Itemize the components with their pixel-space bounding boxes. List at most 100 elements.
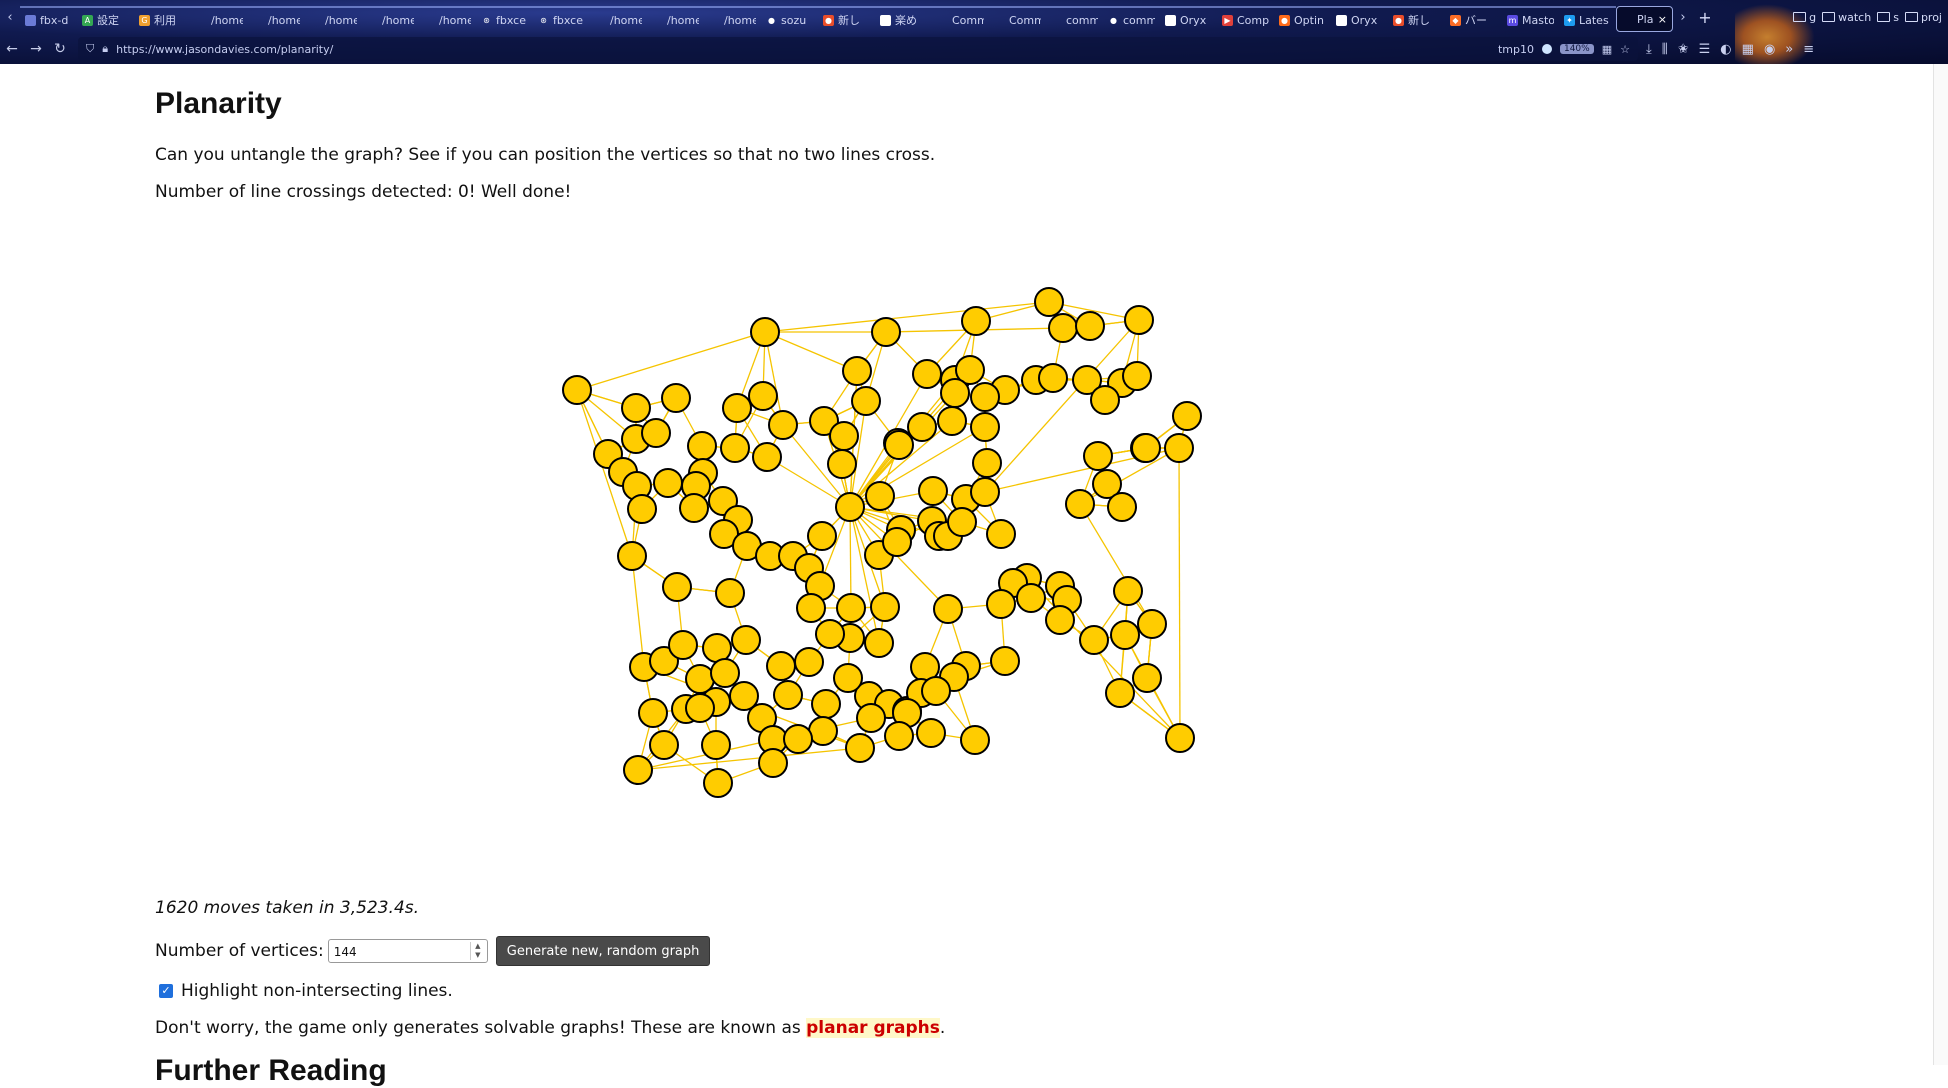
graph-vertex[interactable] bbox=[758, 748, 788, 778]
graph-vertex[interactable] bbox=[1045, 605, 1075, 635]
shield-icon[interactable]: ⛉ bbox=[86, 42, 94, 56]
graph-vertex[interactable] bbox=[1110, 620, 1140, 650]
reader-icon[interactable]: ☰ bbox=[1699, 42, 1711, 57]
tab-14[interactable]: ● 新し bbox=[818, 6, 875, 32]
graph-vertex[interactable] bbox=[918, 476, 948, 506]
graph-vertex[interactable] bbox=[865, 481, 895, 511]
graph-vertex[interactable] bbox=[836, 593, 866, 623]
graph-vertex[interactable] bbox=[856, 703, 886, 733]
graph-vertex[interactable] bbox=[827, 449, 857, 479]
extension-star-icon[interactable]: ✬ bbox=[1678, 42, 1689, 57]
graph-vertex[interactable] bbox=[1131, 433, 1161, 463]
graph-vertex[interactable] bbox=[833, 663, 863, 693]
tab-28[interactable]: Pla × bbox=[1616, 6, 1673, 32]
graph-vertex[interactable] bbox=[1164, 433, 1194, 463]
download-icon[interactable]: ⤓ bbox=[1646, 42, 1652, 57]
graph-vertex[interactable] bbox=[617, 541, 647, 571]
tab-10[interactable]: /home/lo bbox=[590, 6, 647, 32]
graph-vertex[interactable] bbox=[907, 412, 937, 442]
url-text[interactable]: https://www.jasondavies.com/planarity/ bbox=[116, 43, 1490, 56]
graph-vertex[interactable] bbox=[1034, 287, 1064, 317]
tab-1[interactable]: A 設定 bbox=[77, 6, 134, 32]
qr-icon[interactable]: ▦ bbox=[1602, 43, 1612, 56]
tab-18[interactable]: common bbox=[1046, 6, 1103, 32]
vertices-field[interactable]: ▲▼ bbox=[327, 939, 488, 963]
number-spinner-icon[interactable]: ▲ ▼ bbox=[469, 942, 485, 960]
tab-0[interactable]: fbx-d bbox=[20, 6, 77, 32]
graph-vertex[interactable] bbox=[679, 493, 709, 523]
graph-vertex[interactable] bbox=[1132, 663, 1162, 693]
tab-17[interactable]: Commons bbox=[989, 6, 1046, 32]
graph-vertex[interactable] bbox=[641, 418, 671, 448]
graph-vertex[interactable] bbox=[871, 317, 901, 347]
graph-vertex[interactable] bbox=[864, 628, 894, 658]
zoom-level[interactable]: 140% bbox=[1559, 44, 1594, 54]
graph-vertex[interactable] bbox=[794, 647, 824, 677]
tab-16[interactable]: Common bbox=[932, 6, 989, 32]
graph-vertex[interactable] bbox=[1124, 305, 1154, 335]
library-icon[interactable]: ⫼ bbox=[1662, 42, 1668, 57]
graph-vertex[interactable] bbox=[851, 386, 881, 416]
graph-vertex[interactable] bbox=[687, 431, 717, 461]
tab-19[interactable]: ● comm bbox=[1103, 6, 1160, 32]
graph-vertex[interactable] bbox=[661, 383, 691, 413]
graph-vertex[interactable] bbox=[937, 406, 967, 436]
graph-vertex[interactable] bbox=[970, 412, 1000, 442]
bookmark-folder-s[interactable]: s bbox=[1877, 11, 1899, 24]
graph-vertex[interactable] bbox=[1090, 385, 1120, 415]
graph-vertex[interactable] bbox=[1083, 441, 1113, 471]
graph-vertex[interactable] bbox=[1065, 489, 1095, 519]
graph-vertex[interactable] bbox=[649, 730, 679, 760]
graph-vertex[interactable] bbox=[701, 730, 731, 760]
graph-vertex[interactable] bbox=[766, 651, 796, 681]
graph-vertex[interactable] bbox=[768, 410, 798, 440]
vertices-input[interactable] bbox=[331, 941, 466, 963]
graph-vertex[interactable] bbox=[811, 689, 841, 719]
graph-vertex[interactable] bbox=[1038, 363, 1068, 393]
grid-icon[interactable]: ▦ bbox=[1742, 42, 1754, 57]
tab-11[interactable]: /home/lo bbox=[647, 6, 704, 32]
graph-vertex[interactable] bbox=[835, 492, 865, 522]
graph-vertex[interactable] bbox=[961, 306, 991, 336]
graph-vertex[interactable] bbox=[884, 721, 914, 751]
graph-vertex[interactable] bbox=[1107, 492, 1137, 522]
menu-icon[interactable]: ≡ bbox=[1803, 42, 1814, 57]
graph-vertex[interactable] bbox=[668, 630, 698, 660]
tab-6[interactable]: /home/lo bbox=[362, 6, 419, 32]
graph-vertex[interactable] bbox=[662, 572, 692, 602]
graph-vertex[interactable] bbox=[842, 356, 872, 386]
graph-vertex[interactable] bbox=[921, 676, 951, 706]
tab-8[interactable]: ⊛ fbxce bbox=[476, 6, 533, 32]
addon-icon[interactable]: ◐ bbox=[1720, 42, 1731, 57]
graph-vertex[interactable] bbox=[986, 519, 1016, 549]
graph-vertex[interactable] bbox=[638, 698, 668, 728]
new-tab-button[interactable]: + bbox=[1693, 8, 1717, 27]
graph-vertex[interactable] bbox=[829, 421, 859, 451]
graph-vertex[interactable] bbox=[627, 494, 657, 524]
graph-vertex[interactable] bbox=[882, 527, 912, 557]
graph-vertex[interactable] bbox=[1075, 311, 1105, 341]
overflow-icon[interactable]: » bbox=[1785, 42, 1793, 57]
tab-13[interactable]: ● sozu bbox=[761, 6, 818, 32]
graph-vertex[interactable] bbox=[720, 433, 750, 463]
graph-vertex[interactable] bbox=[1122, 361, 1152, 391]
graph-vertex[interactable] bbox=[731, 625, 761, 655]
graph-vertex[interactable] bbox=[1105, 678, 1135, 708]
reload-button[interactable]: ↻ bbox=[48, 41, 72, 57]
graph-vertex[interactable] bbox=[807, 521, 837, 551]
graph-vertex[interactable] bbox=[653, 468, 683, 498]
graph-vertex[interactable] bbox=[990, 646, 1020, 676]
tab-12[interactable]: /home/lo bbox=[704, 6, 761, 32]
lock-icon[interactable]: 🔒︎ bbox=[102, 42, 108, 56]
highlight-checkbox[interactable]: ✓ bbox=[159, 984, 173, 998]
tab-3[interactable]: /home/lo bbox=[191, 6, 248, 32]
tab-5[interactable]: /home/lo bbox=[305, 6, 362, 32]
graph-vertex[interactable] bbox=[722, 393, 752, 423]
graph-vertex[interactable] bbox=[621, 393, 651, 423]
graph-vertex[interactable] bbox=[1113, 576, 1143, 606]
tab-26[interactable]: m Masto bbox=[1502, 6, 1559, 32]
graph-vertex[interactable] bbox=[940, 378, 970, 408]
tab-scroll-left-icon[interactable]: ‹ bbox=[0, 10, 20, 25]
tab-25[interactable]: ◆ バー bbox=[1445, 6, 1502, 32]
graph-vertex[interactable] bbox=[623, 755, 653, 785]
